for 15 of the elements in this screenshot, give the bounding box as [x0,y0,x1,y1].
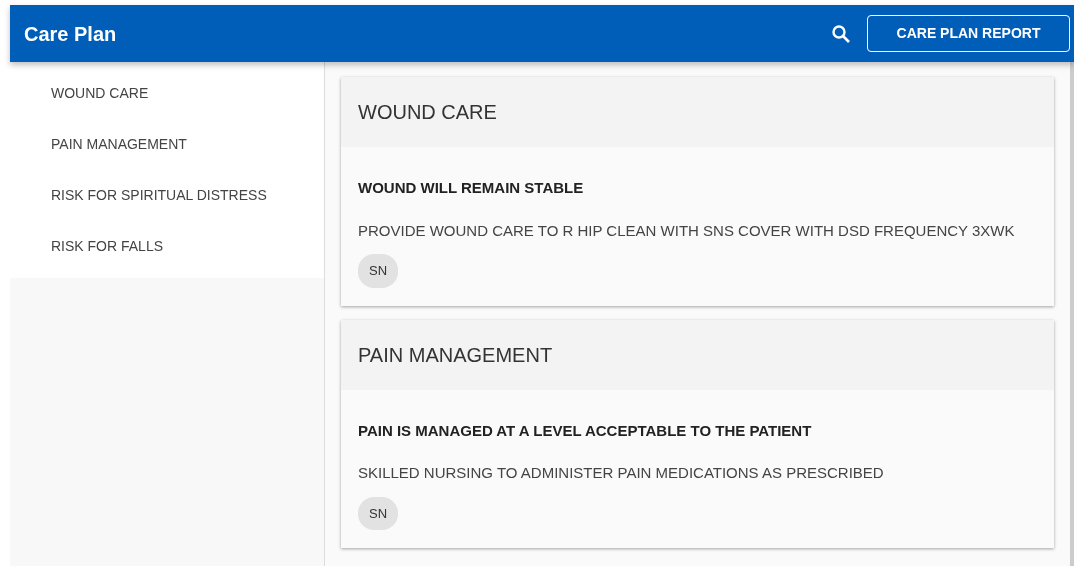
sidebar-item[interactable]: WOUND CARE [10,68,324,119]
sidebar-item[interactable]: PAIN MANAGEMENT [10,119,324,170]
care-plan-report-button[interactable]: CARE PLAN REPORT [867,15,1070,52]
goal-text: PAIN IS MANAGED AT A LEVEL ACCEPTABLE TO THE PATIENT [358,420,813,441]
discipline-chip: SN [358,254,399,288]
section-title: PAIN MANAGEMENT [358,342,553,368]
app-title: Care Plan [24,21,117,47]
intervention-text: PROVIDE WOUND CARE TO R HIP CLEAN WITH SNS COVER WITH DSD FREQUENCY 3XWK [358,220,1016,241]
discipline-chip: SN [358,496,399,530]
sidebar-item[interactable]: RISK FOR SPIRITUAL DISTRESS [10,170,324,221]
search-icon[interactable] [831,23,851,44]
goal-text: WOUND WILL REMAIN STABLE [358,178,585,198]
intervention-text: SKILLED NURSING TO ADMINISTER PAIN MEDICATIONS AS PRESCRIBED [358,463,885,483]
section-title: WOUND CARE [358,100,497,125]
sidebar-item[interactable]: RISK FOR FALLS [10,221,324,272]
